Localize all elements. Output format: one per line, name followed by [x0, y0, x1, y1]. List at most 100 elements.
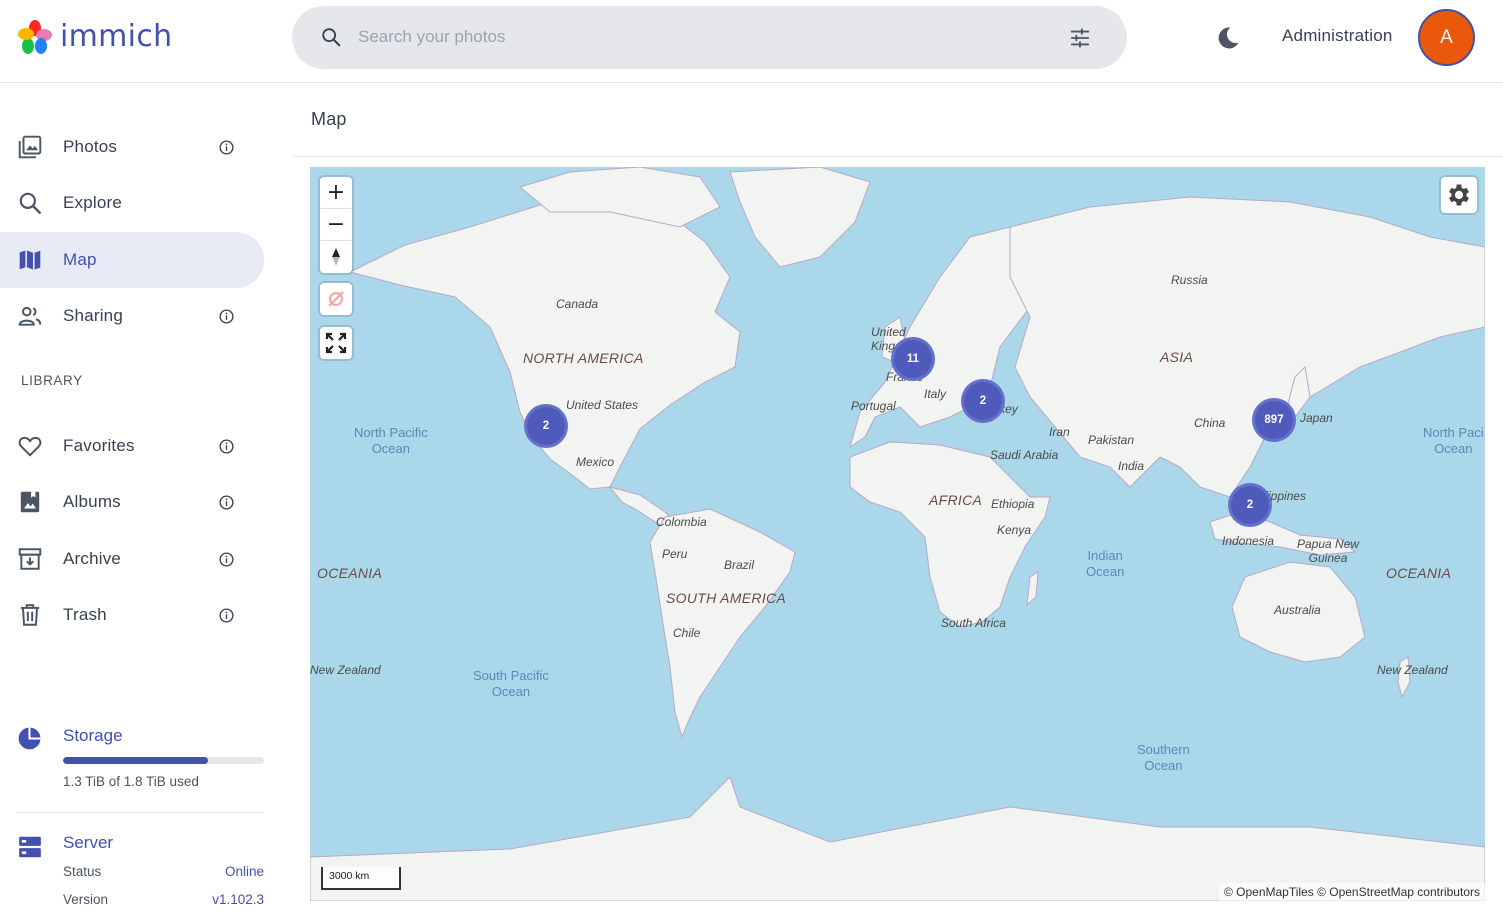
map-label-oceania-left: OCEANIA [317, 565, 383, 581]
map-label-new-zealand-right: New Zealand [1377, 663, 1448, 677]
map-label-united-states: United States [566, 398, 639, 412]
info-icon[interactable] [218, 551, 235, 568]
info-icon[interactable] [218, 308, 235, 325]
sidebar-item-photos[interactable]: Photos [0, 119, 264, 175]
map-label-asia: ASIA [1160, 349, 1194, 365]
map-icon [19, 250, 41, 270]
storage-usage-text: 1.3 TiB of 1.8 TiB used [63, 774, 199, 789]
sidebar-item-label: Photos [63, 137, 118, 156]
sidebar: Photos Explore Map Sharing LIBRARY Favor… [0, 83, 280, 915]
title-divider [293, 156, 1503, 157]
sidebar-item-explore[interactable]: Explore [0, 175, 264, 231]
photo-cluster-marker[interactable]: 11 [891, 337, 935, 381]
server-icon [19, 836, 41, 858]
administration-link[interactable]: Administration [1282, 26, 1393, 46]
trash-icon [20, 604, 40, 626]
fullscreen-button[interactable] [320, 327, 352, 359]
dark-mode-moon-icon[interactable] [1214, 24, 1242, 52]
sidebar-item-label: Archive [63, 549, 122, 568]
search-input[interactable] [358, 25, 1038, 49]
map-label-portugal: Portugal [851, 399, 896, 413]
zoom-out-button[interactable]: − [320, 209, 352, 241]
map-label-russia: Russia [1171, 273, 1208, 287]
app-name: immich [60, 19, 173, 54]
heart-icon [18, 436, 42, 457]
info-icon[interactable] [218, 607, 235, 624]
world-map[interactable]: Canada NORTH AMERICA United States Mexic… [310, 167, 1485, 901]
sidebar-item-label: Trash [63, 605, 107, 624]
sidebar-item-trash[interactable]: Trash [0, 587, 264, 643]
map-label-south-pacific: South Pacific Ocean [473, 668, 549, 699]
sidebar-item-label: Favorites [63, 436, 135, 455]
sidebar-item-label: Albums [63, 492, 121, 511]
photo-cluster-marker[interactable]: 2 [1228, 483, 1272, 527]
app-logo[interactable]: immich [17, 19, 172, 55]
photo-cluster-marker[interactable]: 2 [524, 404, 568, 448]
map-label-china: China [1194, 416, 1226, 430]
sidebar-item-archive[interactable]: Archive [0, 531, 264, 587]
sidebar-item-label: Explore [63, 193, 123, 212]
immich-logo-icon [18, 20, 52, 54]
server-status-label: Status [63, 864, 102, 879]
sidebar-item-favorites[interactable]: Favorites [0, 418, 264, 474]
server-title: Server [63, 833, 114, 852]
map-label-south-africa: South Africa [941, 616, 1006, 630]
map-label-kenya: Kenya [997, 523, 1032, 537]
map-label-south-america: SOUTH AMERICA [666, 590, 787, 606]
storage-progress-bar [63, 757, 264, 764]
library-section-label: LIBRARY [21, 373, 83, 388]
photo-cluster-marker[interactable]: 897 [1252, 398, 1296, 442]
server-status-value: Online [224, 864, 264, 879]
storage-progress-fill [63, 757, 208, 764]
map-label-canada: Canada [556, 297, 599, 311]
fullscreen-icon [325, 332, 347, 354]
map-label-north-pacific: North Pacific Ocean [354, 425, 428, 456]
map-label-indian-ocean: Indian Ocean [1086, 548, 1125, 579]
map-label-oceania-right: OCEANIA [1386, 565, 1452, 581]
map-label-brazil: Brazil [724, 558, 755, 572]
server-version-value[interactable]: v1.102.3 [212, 892, 264, 907]
info-icon[interactable] [218, 438, 235, 455]
map-label-ethiopia: Ethiopia [991, 497, 1035, 511]
map-attribution[interactable]: © OpenMapTiles © OpenStreetMap contribut… [1218, 883, 1485, 901]
map-label-indonesia: Indonesia [1222, 534, 1275, 548]
photos-icon [18, 135, 42, 159]
sidebar-item-label: Map [63, 250, 97, 269]
server-version-row: Version v1.102.3 [63, 892, 264, 907]
page-title: Map [311, 109, 347, 129]
info-icon[interactable] [218, 494, 235, 511]
search-filter-icon[interactable] [1069, 27, 1091, 49]
world-map-land [310, 167, 1485, 901]
storage-pie-icon [18, 727, 41, 750]
server-version-label: Version [63, 892, 109, 907]
map-label-iran: Iran [1049, 425, 1070, 439]
search-bar[interactable] [292, 6, 1127, 69]
map-label-southern-ocean: Southern Ocean [1137, 742, 1190, 773]
map-label-australia: Australia [1274, 603, 1321, 617]
map-scale: 3000 km [321, 867, 401, 890]
compass-icon [332, 248, 340, 266]
server-status-row: Status Online [63, 864, 264, 879]
map-label-india: India [1118, 459, 1145, 473]
map-label-peru: Peru [662, 547, 688, 561]
storage-title: Storage [63, 726, 123, 745]
info-icon[interactable] [218, 139, 235, 156]
sidebar-item-sharing[interactable]: Sharing [0, 288, 264, 344]
map-label-mexico: Mexico [576, 455, 615, 469]
sidebar-item-map[interactable]: Map [0, 232, 264, 288]
gear-icon [1449, 184, 1469, 206]
map-label-new-zealand-left: New Zealand [310, 663, 381, 677]
sidebar-divider [17, 812, 264, 813]
sidebar-item-label: Sharing [63, 306, 123, 325]
map-label-africa: AFRICA [929, 492, 983, 508]
zoom-in-button[interactable]: + [320, 177, 352, 209]
reset-north-button[interactable] [320, 241, 352, 273]
people-icon [18, 306, 42, 326]
user-avatar[interactable]: A [1418, 9, 1475, 66]
map-settings-button[interactable] [1441, 177, 1477, 213]
photo-cluster-marker[interactable]: 2 [961, 379, 1005, 423]
sidebar-item-albums[interactable]: Albums [0, 474, 264, 530]
geolocate-button[interactable] [320, 283, 352, 315]
map-label-saudi-arabia: Saudi Arabia [990, 448, 1059, 462]
map-label-north-pacific-right: North Paci Ocean [1423, 425, 1484, 456]
